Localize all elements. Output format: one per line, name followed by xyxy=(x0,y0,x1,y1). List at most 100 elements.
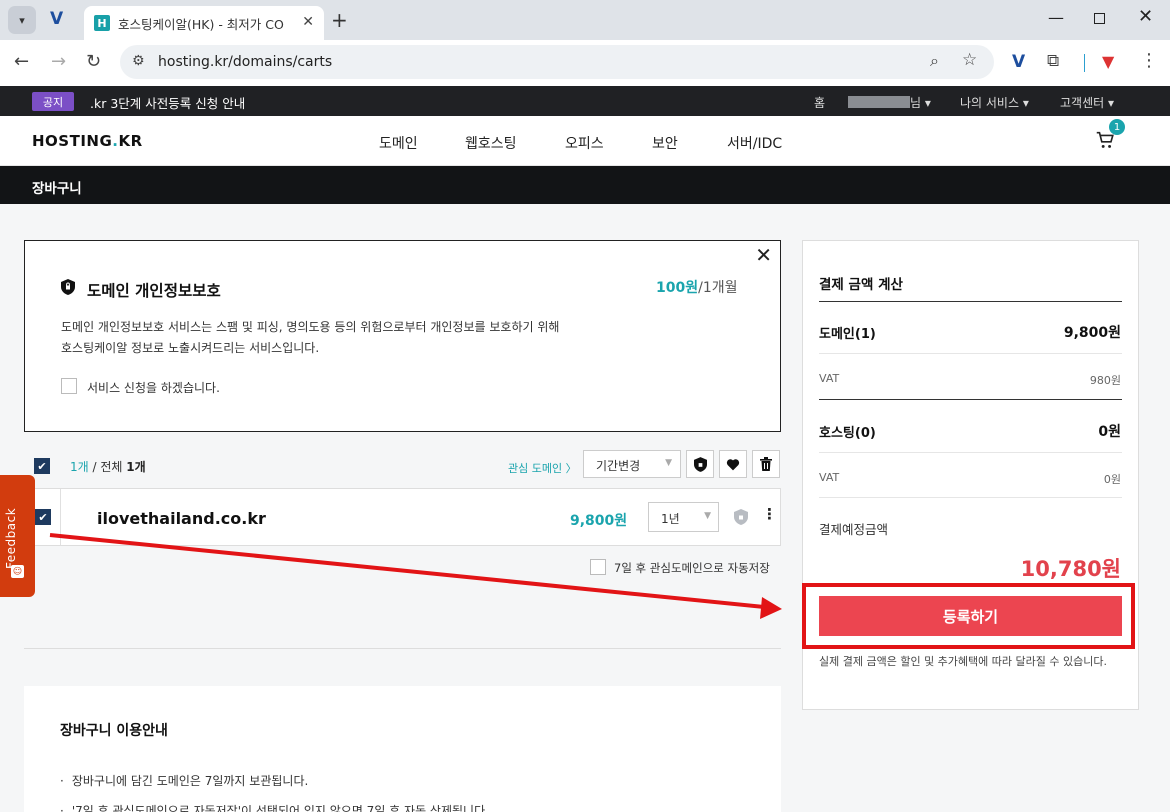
nav-item-domain[interactable]: 도메인 xyxy=(379,133,418,153)
favorite-button[interactable] xyxy=(719,450,747,478)
shield-icon[interactable] xyxy=(734,509,748,525)
puzzle-icon[interactable]: ⧉ xyxy=(1047,51,1059,71)
chevron-down-icon: ▼ xyxy=(704,511,711,521)
divider xyxy=(819,452,1122,453)
hosting-subtotal-value: 0원 xyxy=(1098,424,1121,440)
notice-link[interactable]: .kr 3단계 사전등록 신청 안내 xyxy=(90,93,245,112)
more-options-icon[interactable]: ⋮ xyxy=(762,505,777,523)
nav-item-webhosting[interactable]: 웹호스팅 xyxy=(465,133,517,153)
heart-icon xyxy=(726,458,740,470)
nav-item-security[interactable]: 보안 xyxy=(652,133,678,153)
notice-bar: 공지 .kr 3단계 사전등록 신청 안내 홈 님 ▾ 나의 서비스 ▾ 고객센… xyxy=(0,86,1170,116)
total-count: 1개 xyxy=(126,460,146,474)
privacy-price-period: /1개월 xyxy=(698,280,738,296)
period-change-select[interactable]: 기간변경 ▼ xyxy=(583,450,681,478)
domain-subtotal-label: 도메인(1) xyxy=(819,327,876,342)
logo-text-b: KR xyxy=(118,132,143,150)
privacy-shield-button[interactable] xyxy=(686,450,714,478)
total-amount: 10,780원 xyxy=(1020,557,1121,581)
popcorn-icon[interactable]: ▼ xyxy=(1102,52,1114,71)
guide-list: 장바구니에 담긴 도메인은 7일까지 보관됩니다. '7일 후 관심도메인으로 … xyxy=(60,766,489,812)
privacy-description: 도메인 개인정보보호 서비스는 스팸 및 피싱, 명의도용 등의 위험으로부터 … xyxy=(61,317,701,359)
logo[interactable]: HOSTING.KR xyxy=(32,132,143,150)
privacy-price-amount: 100원 xyxy=(656,280,699,296)
cart-guide: 장바구니 이용안내 장바구니에 담긴 도메인은 7일까지 보관됩니다. '7일 … xyxy=(24,686,781,812)
zoom-icon[interactable]: ⌕ xyxy=(930,51,939,71)
top-home-link[interactable]: 홈 xyxy=(814,94,825,111)
summary-title: 결제 금액 계산 xyxy=(819,277,903,293)
autosave-label[interactable]: 7일 후 관심도메인으로 자동저장 xyxy=(614,560,770,576)
nav-item-server-idc[interactable]: 서버/IDC xyxy=(727,133,782,153)
my-service-menu[interactable]: 나의 서비스 ▾ xyxy=(960,94,1029,111)
user-menu[interactable]: 님 ▾ xyxy=(910,94,931,111)
star-icon[interactable]: ☆ xyxy=(962,50,977,70)
page-title: 장바구니 xyxy=(32,181,82,197)
domain-vat-value: 980원 xyxy=(1089,374,1121,387)
trash-icon xyxy=(760,457,772,471)
omnibox[interactable]: ⚙ hosting.kr/domains/carts ⌕ ☆ xyxy=(120,45,994,79)
back-icon[interactable]: ← xyxy=(14,51,29,72)
cart-count-badge: 1 xyxy=(1109,119,1125,135)
row-divider xyxy=(60,489,61,545)
logo-text-a: HOSTING xyxy=(32,132,113,150)
toolbar-divider xyxy=(1084,54,1085,72)
kebab-menu-icon[interactable]: ⋮ xyxy=(1140,50,1158,71)
year-select[interactable]: 1년 ▼ xyxy=(648,502,719,532)
domain-price: 9,800원 xyxy=(570,513,628,529)
privacy-checkbox[interactable] xyxy=(61,378,77,394)
tab-search-icon[interactable]: ▾ xyxy=(8,6,36,34)
privacy-desc-line: 호스팅케이알 정보로 노출시켜드리는 서비스입니다. xyxy=(61,341,320,355)
period-select-value: 기간변경 xyxy=(596,459,641,473)
delete-button[interactable] xyxy=(752,450,780,478)
item-checkbox[interactable]: ✔ xyxy=(35,509,51,525)
item-count: 1개 / 전체 1개 xyxy=(70,458,146,475)
site-settings-icon[interactable]: ⚙ xyxy=(132,53,145,69)
reload-icon[interactable]: ↻ xyxy=(86,51,101,72)
hosting-vat-value: 0원 xyxy=(1103,473,1121,486)
privacy-checkbox-label[interactable]: 서비스 신청을 하겠습니다. xyxy=(87,379,220,396)
address-bar: ← → ↻ ⚙ hosting.kr/domains/carts ⌕ ☆ V ⧉… xyxy=(0,40,1170,86)
browser-tab-active[interactable]: H 호스팅케이알(HK) - 최저가 CO ✕ xyxy=(84,6,324,40)
divider xyxy=(819,399,1122,400)
domain-subtotal-value: 9,800원 xyxy=(1063,325,1121,341)
hosting-vat-label: VAT xyxy=(819,471,840,484)
minimize-icon[interactable]: — xyxy=(1048,8,1064,27)
register-button[interactable]: 등록하기 xyxy=(819,596,1122,636)
year-select-value: 1년 xyxy=(661,512,680,526)
extension-v-icon[interactable]: V xyxy=(50,9,63,29)
domain-name: ilovethailand.co.kr xyxy=(97,509,266,528)
maximize-icon[interactable] xyxy=(1094,13,1105,24)
main-nav: HOSTING.KR 도메인 웹호스팅 오피스 보안 서버/IDC 1 xyxy=(0,116,1170,166)
guide-item: '7일 후 관심도메인으로 자동저장'이 선택되어 있지 않으면 7일 후 자동… xyxy=(60,796,489,812)
shield-icon xyxy=(61,279,75,295)
window-close-icon[interactable]: ✕ xyxy=(1138,6,1153,27)
shield-icon xyxy=(693,456,707,472)
summary-note: 실제 결제 금액은 할인 및 추가혜택에 따라 달라질 수 있습니다. xyxy=(819,655,1107,668)
autosave-checkbox[interactable] xyxy=(590,559,606,575)
divider xyxy=(819,301,1122,302)
privacy-title: 도메인 개인정보보호 xyxy=(87,282,221,300)
new-tab-icon[interactable]: + xyxy=(331,8,348,32)
tab-title: 호스팅케이알(HK) - 최저가 CO xyxy=(118,16,284,32)
payment-summary: 결제 금액 계산 도메인(1) 9,800원 VAT 980원 호스팅(0) 0… xyxy=(802,240,1139,710)
extension-v-icon[interactable]: V xyxy=(1012,52,1025,72)
close-icon[interactable]: ✕ xyxy=(755,243,772,267)
favicon-icon: H xyxy=(94,15,110,31)
nav-item-office[interactable]: 오피스 xyxy=(565,133,604,153)
close-icon[interactable]: ✕ xyxy=(302,14,314,30)
support-menu[interactable]: 고객센터 ▾ xyxy=(1060,94,1114,111)
url-text[interactable]: hosting.kr/domains/carts xyxy=(158,54,332,70)
privacy-desc-line: 도메인 개인정보보호 서비스는 스팸 및 피싱, 명의도용 등의 위험으로부터 … xyxy=(61,320,560,334)
feedback-tab[interactable]: Feedback ☺ xyxy=(0,475,35,597)
divider xyxy=(24,648,781,649)
favorite-domains-link[interactable]: 관심 도메인 〉 xyxy=(508,460,577,476)
guide-item: 장바구니에 담긴 도메인은 7일까지 보관됩니다. xyxy=(60,766,489,796)
divider xyxy=(819,353,1122,354)
page: 공지 .kr 3단계 사전등록 신청 안내 홈 님 ▾ 나의 서비스 ▾ 고객센… xyxy=(0,86,1170,812)
chevron-down-icon: ▼ xyxy=(665,458,672,468)
forward-icon[interactable]: → xyxy=(51,51,66,72)
total-label: 결제예정금액 xyxy=(819,522,889,537)
select-all-checkbox[interactable]: ✔ xyxy=(34,458,50,474)
username-masked xyxy=(848,96,910,108)
feedback-icon: ☺ xyxy=(11,565,24,578)
